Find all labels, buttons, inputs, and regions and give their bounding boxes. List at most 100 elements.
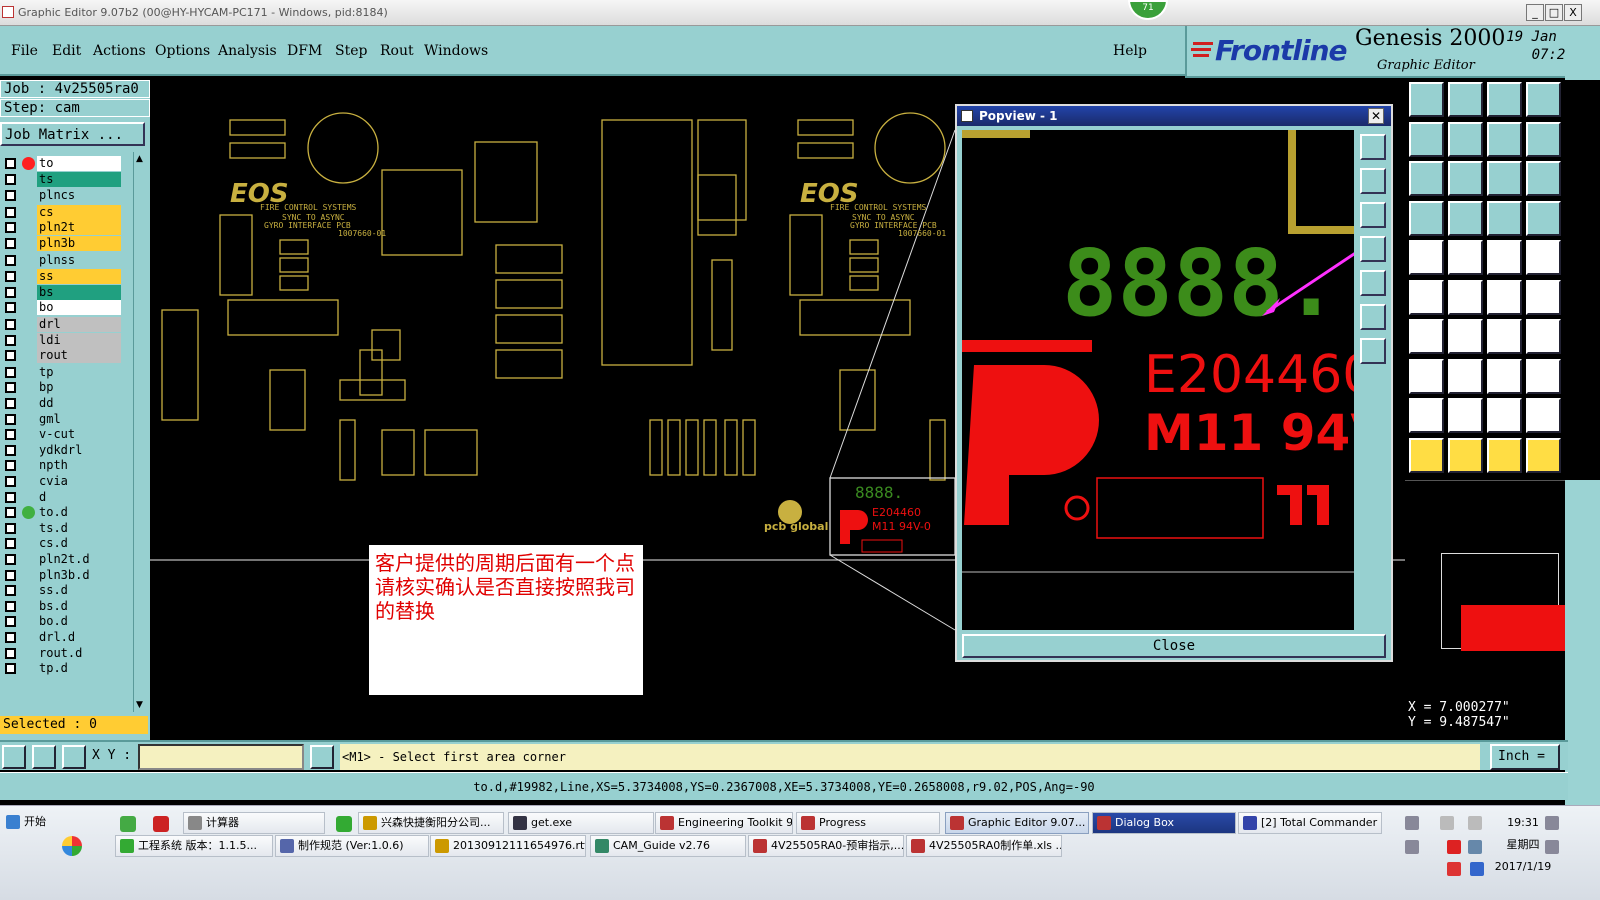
- flip-icon[interactable]: [1526, 319, 1561, 354]
- tray-icon[interactable]: [1447, 862, 1461, 876]
- draw-icon[interactable]: [1448, 240, 1483, 275]
- tray-icon[interactable]: [1405, 816, 1419, 830]
- layer-checkbox[interactable]: [5, 334, 16, 346]
- layer-row-pln2t-d[interactable]: pln2t.d: [3, 552, 121, 567]
- triangle-icon[interactable]: [1409, 398, 1444, 433]
- popview-fit-icon[interactable]: [1360, 304, 1386, 330]
- copy-icon[interactable]: [1409, 358, 1444, 394]
- layer-checkbox[interactable]: [5, 190, 16, 202]
- grid-icon[interactable]: [62, 745, 86, 769]
- ie-icon[interactable]: [336, 816, 352, 832]
- layer-checkbox[interactable]: [5, 319, 16, 330]
- connect-icon[interactable]: [1487, 279, 1522, 315]
- layer-name[interactable]: pln2t.d: [37, 552, 121, 567]
- layer-checkbox[interactable]: [5, 491, 16, 503]
- pan-left-icon[interactable]: [1409, 121, 1444, 157]
- layer-checkbox[interactable]: [5, 382, 16, 394]
- delete-icon[interactable]: [1448, 200, 1483, 236]
- tray-icon[interactable]: [1447, 840, 1461, 854]
- layer-checkbox[interactable]: [5, 616, 16, 628]
- layer-row-drl[interactable]: drl: [3, 317, 121, 332]
- layer-checkbox[interactable]: [5, 647, 16, 659]
- tray-icon[interactable]: [1468, 816, 1482, 830]
- system-clock[interactable]: 19:31 星期四 2017/1/19: [1488, 812, 1558, 878]
- taskbar-item[interactable]: Engineering Toolkit 9....: [655, 812, 793, 834]
- pointer-3-icon[interactable]: [1487, 437, 1522, 473]
- layer-row-gml[interactable]: gml: [3, 411, 121, 427]
- layer-row-drl-d[interactable]: drl.d: [3, 630, 121, 645]
- layer-checkbox[interactable]: [5, 158, 16, 169]
- layer-checkbox[interactable]: [5, 585, 16, 597]
- layer-name[interactable]: rout: [37, 348, 121, 364]
- unit-selector[interactable]: Inch =: [1490, 744, 1560, 770]
- move-icon[interactable]: [1409, 279, 1444, 315]
- popview-zoom-out-icon[interactable]: [1360, 202, 1386, 228]
- explorer-icon[interactable]: [120, 816, 136, 832]
- layer-name[interactable]: to: [37, 156, 121, 171]
- colorful-app-icon[interactable]: [62, 836, 82, 856]
- layer-row-cvia[interactable]: cvia: [3, 474, 121, 489]
- layer-row-d[interactable]: d: [3, 489, 121, 505]
- menu-step[interactable]: Step: [335, 43, 367, 59]
- xy-input[interactable]: [138, 744, 304, 770]
- window-view-icon[interactable]: [1526, 82, 1561, 117]
- layer-checkbox[interactable]: [5, 476, 16, 487]
- layer-row-ss-d[interactable]: ss.d: [3, 583, 121, 599]
- layer-name[interactable]: pln3b.d: [37, 567, 121, 583]
- job-matrix-button[interactable]: Job Matrix ...: [0, 122, 145, 146]
- layer-name[interactable]: rout.d: [37, 645, 121, 661]
- dot-icon[interactable]: [1526, 240, 1561, 275]
- layer-checkbox[interactable]: [5, 206, 16, 218]
- start-button[interactable]: 开始: [2, 812, 64, 834]
- layer-row-ts[interactable]: ts: [3, 171, 121, 187]
- popview-center-icon[interactable]: [1360, 338, 1386, 364]
- layer-b-icon[interactable]: [1526, 200, 1561, 236]
- maximize-button[interactable]: □: [1545, 4, 1563, 21]
- layer-checkbox[interactable]: [5, 429, 16, 441]
- layer-name[interactable]: ldi: [37, 332, 121, 348]
- layer-row-tp-d[interactable]: tp.d: [3, 661, 121, 677]
- overview-map[interactable]: [1405, 480, 1565, 695]
- popview-pan-right-icon[interactable]: [1360, 270, 1386, 296]
- scale-icon[interactable]: [1487, 161, 1522, 196]
- layer-name[interactable]: pln3b: [37, 236, 121, 251]
- close-window-button[interactable]: X: [1564, 4, 1582, 21]
- minimize-button[interactable]: _: [1526, 4, 1544, 21]
- open-job-icon[interactable]: [1409, 82, 1444, 117]
- layer-name[interactable]: bo: [37, 300, 121, 316]
- taskbar-item[interactable]: 4V25505RA0制作单.xls ...: [906, 835, 1062, 857]
- layer-row-to[interactable]: to: [3, 156, 121, 171]
- layer-name[interactable]: tp: [37, 364, 121, 380]
- layer-row-tp[interactable]: tp: [3, 364, 121, 380]
- select-icon[interactable]: [1409, 240, 1444, 275]
- snap-icon[interactable]: [1526, 279, 1561, 315]
- layer-row-ts-d[interactable]: ts.d: [3, 520, 121, 536]
- rotate-icon[interactable]: [1487, 319, 1522, 354]
- menu-help[interactable]: Help: [1113, 43, 1147, 59]
- measure-icon[interactable]: [1409, 200, 1444, 236]
- taskbar-item[interactable]: Dialog Box: [1092, 812, 1236, 834]
- triangle-2-icon[interactable]: [1448, 398, 1483, 433]
- menu-analysis[interactable]: Analysis: [218, 43, 277, 59]
- layer-name[interactable]: plnss: [37, 252, 121, 268]
- layer-checkbox[interactable]: [5, 350, 16, 362]
- pointer-icon[interactable]: [1409, 437, 1444, 473]
- layer-row-pln3b[interactable]: pln3b: [3, 236, 121, 251]
- layer-checkbox[interactable]: [5, 302, 16, 314]
- layer-name[interactable]: ss: [37, 269, 121, 285]
- zoom-area-icon[interactable]: [1448, 161, 1483, 196]
- popview-close-x-button[interactable]: ✕: [1368, 108, 1384, 124]
- layer-row-ldi[interactable]: ldi: [3, 332, 121, 348]
- tray-icon[interactable]: [1405, 840, 1419, 854]
- layer-list-scrollbar[interactable]: ▲ ▼: [133, 152, 147, 712]
- layer-name[interactable]: v-cut: [37, 427, 121, 443]
- layer-row-bo-d[interactable]: bo.d: [3, 614, 121, 630]
- redo-icon[interactable]: [1526, 121, 1561, 157]
- layer-checkbox[interactable]: [5, 554, 16, 565]
- taskbar-item[interactable]: 制作规范 (Ver:1.0.6): [275, 835, 429, 857]
- layer-row-bo[interactable]: bo: [3, 300, 121, 316]
- layer-row-dd[interactable]: dd: [3, 396, 121, 411]
- layer-row-bs[interactable]: bs: [3, 284, 121, 300]
- taskbar-item[interactable]: Progress: [796, 812, 940, 834]
- layer-checkbox[interactable]: [5, 569, 16, 581]
